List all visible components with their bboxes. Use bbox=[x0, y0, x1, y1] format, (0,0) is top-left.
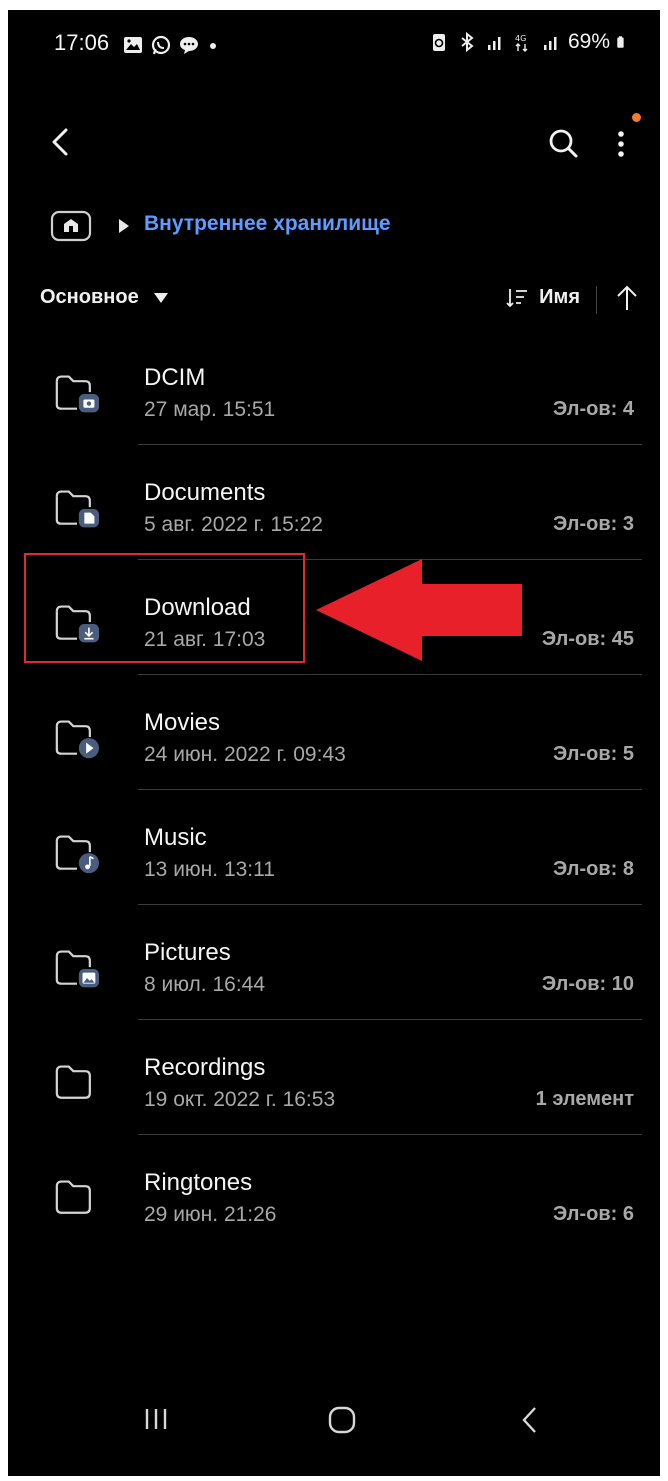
folder-item-count: 1 элемент bbox=[535, 1088, 634, 1110]
folder-date: 5 авг. 2022 г. 15:22 bbox=[144, 513, 323, 536]
folder-item-count: Эл-ов: 10 bbox=[541, 973, 634, 995]
folder-name: Music bbox=[144, 824, 207, 851]
breadcrumb-separator-icon bbox=[119, 219, 129, 233]
folder-icon bbox=[55, 1180, 91, 1214]
folder-row[interactable]: Music 13 июн. 13:11 Эл-ов: 8 bbox=[8, 790, 660, 905]
folder-item-count: Эл-ов: 5 bbox=[553, 743, 634, 765]
more-options-button[interactable] bbox=[606, 122, 636, 166]
folder-date: 13 июн. 13:11 bbox=[144, 858, 275, 881]
folder-icon bbox=[55, 490, 99, 528]
sort-label: Имя bbox=[539, 286, 580, 308]
folder-icon bbox=[55, 835, 99, 874]
signal-icon-2 bbox=[543, 37, 557, 50]
chat-icon bbox=[180, 37, 198, 54]
folder-name: Ringtones bbox=[144, 1169, 253, 1196]
more-notifications-dot bbox=[210, 43, 216, 49]
folder-row[interactable]: Download 21 авг. 17:03 Эл-ов: 45 bbox=[8, 560, 660, 675]
sort-icon bbox=[506, 288, 528, 307]
recent-apps-icon[interactable] bbox=[142, 1404, 170, 1434]
sort-direction-button[interactable] bbox=[614, 284, 640, 312]
folder-item-count: Эл-ов: 6 bbox=[553, 1203, 634, 1225]
bluetooth-icon bbox=[461, 31, 474, 53]
filter-dropdown[interactable]: Основное bbox=[40, 286, 169, 309]
folder-name: DCIM bbox=[144, 364, 206, 391]
document-badge-icon bbox=[78, 509, 99, 528]
image-badge-icon bbox=[78, 969, 99, 988]
battery-saver-icon bbox=[432, 34, 445, 51]
folder-date: 24 июн. 2022 г. 09:43 bbox=[144, 743, 346, 766]
folder-icon bbox=[55, 950, 99, 988]
folder-date: 8 июл. 16:44 bbox=[144, 973, 266, 996]
folder-date: 19 окт. 2022 г. 16:53 bbox=[144, 1088, 336, 1111]
caret-down-icon bbox=[153, 292, 168, 303]
whatsapp-icon bbox=[151, 35, 171, 55]
sort-divider bbox=[596, 286, 597, 314]
folder-name: Pictures bbox=[144, 939, 231, 966]
battery-icon bbox=[617, 36, 624, 48]
sort-by-button[interactable]: Имя bbox=[505, 286, 580, 309]
4g-icon: 4G bbox=[515, 34, 528, 52]
back-icon[interactable] bbox=[516, 1404, 544, 1436]
battery-percent: 69% bbox=[567, 30, 610, 53]
folder-date: 27 мар. 15:51 bbox=[144, 398, 276, 421]
music-badge-icon bbox=[78, 853, 99, 874]
folder-row[interactable]: Pictures 8 июл. 16:44 Эл-ов: 10 bbox=[8, 905, 660, 1020]
folder-row[interactable]: Ringtones 29 июн. 21:26 Эл-ов: 6 bbox=[8, 1135, 660, 1250]
breadcrumb-internal-storage[interactable]: Внутреннее хранилище bbox=[144, 212, 391, 236]
file-manager-screen: 17:06 4G 69% Внутреннее хранилище Основн… bbox=[8, 10, 660, 1476]
folder-name: Download bbox=[144, 594, 251, 621]
navigation-bar bbox=[8, 1386, 660, 1476]
folder-list: DCIM 27 мар. 15:51 Эл-ов: 4 Documents 5 авг.… bbox=[8, 330, 660, 1250]
folder-name: Documents bbox=[144, 479, 266, 506]
home-button-icon[interactable] bbox=[326, 1404, 358, 1436]
folder-icon bbox=[55, 1065, 91, 1099]
download-badge-icon bbox=[78, 624, 99, 643]
folder-name: Recordings bbox=[144, 1054, 266, 1081]
status-time: 17:06 bbox=[54, 30, 110, 55]
folder-date: 21 авг. 17:03 bbox=[144, 628, 266, 651]
folder-row[interactable]: Documents 5 авг. 2022 г. 15:22 Эл-ов: 3 bbox=[8, 445, 660, 560]
signal-icon bbox=[487, 37, 501, 50]
folder-name: Movies bbox=[144, 709, 221, 736]
folder-date: 29 июн. 21:26 bbox=[144, 1203, 277, 1226]
notification-icons bbox=[122, 34, 216, 56]
folder-item-count: Эл-ов: 8 bbox=[553, 858, 634, 880]
folder-icon bbox=[55, 605, 99, 643]
svg-text:4G: 4G bbox=[515, 34, 526, 43]
update-indicator-dot bbox=[632, 113, 641, 122]
home-storage-button[interactable] bbox=[50, 210, 92, 242]
folder-item-count: Эл-ов: 3 bbox=[553, 513, 634, 535]
folder-icon bbox=[55, 720, 99, 759]
system-icons: 4G 69% bbox=[428, 30, 630, 54]
status-bar: 17:06 4G 69% bbox=[8, 30, 660, 60]
gallery-icon bbox=[124, 37, 142, 53]
folder-row[interactable]: Recordings 19 окт. 2022 г. 16:53 1 элемент bbox=[8, 1020, 660, 1135]
filter-label: Основное bbox=[40, 286, 139, 308]
back-button[interactable] bbox=[42, 122, 82, 162]
camera-badge-icon bbox=[78, 394, 99, 413]
folder-row[interactable]: DCIM 27 мар. 15:51 Эл-ов: 4 bbox=[8, 330, 660, 445]
folder-row[interactable]: Movies 24 июн. 2022 г. 09:43 Эл-ов: 5 bbox=[8, 675, 660, 790]
folder-icon bbox=[55, 375, 99, 413]
folder-item-count: Эл-ов: 4 bbox=[553, 398, 634, 420]
folder-item-count: Эл-ов: 45 bbox=[541, 628, 634, 650]
search-button[interactable] bbox=[544, 124, 584, 164]
play-badge-icon bbox=[78, 738, 99, 759]
